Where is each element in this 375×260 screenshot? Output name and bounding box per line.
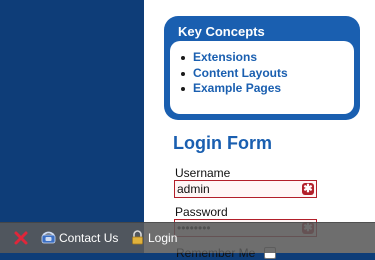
- asterisk-icon: ✱: [302, 183, 314, 195]
- login-label: Login: [148, 230, 178, 245]
- left-background-panel: [0, 0, 144, 253]
- login-form-title: Login Form: [173, 133, 272, 153]
- contact-us-button[interactable]: Contact Us: [41, 230, 118, 245]
- username-field[interactable]: [174, 180, 317, 198]
- username-label: Username: [175, 166, 231, 180]
- close-icon[interactable]: [13, 230, 29, 246]
- login-button[interactable]: Login: [130, 230, 177, 245]
- lock-icon: [130, 230, 145, 245]
- phone-icon: [41, 230, 56, 245]
- key-concepts-module: Key Concepts Extensions Content Layouts …: [164, 16, 360, 120]
- bottom-toolbar: Contact Us Login: [0, 222, 375, 253]
- link-content-layouts[interactable]: Content Layouts: [181, 66, 354, 82]
- link-extensions[interactable]: Extensions: [181, 50, 354, 66]
- password-label: Password: [175, 205, 228, 219]
- column-gutter: [144, 0, 156, 253]
- key-concepts-list-panel: Extensions Content Layouts Example Pages: [170, 41, 354, 114]
- key-concepts-title: Key Concepts: [178, 24, 265, 39]
- contact-us-label: Contact Us: [59, 230, 119, 245]
- link-example-pages[interactable]: Example Pages: [181, 81, 354, 97]
- key-concepts-list: Extensions Content Layouts Example Pages: [170, 41, 354, 97]
